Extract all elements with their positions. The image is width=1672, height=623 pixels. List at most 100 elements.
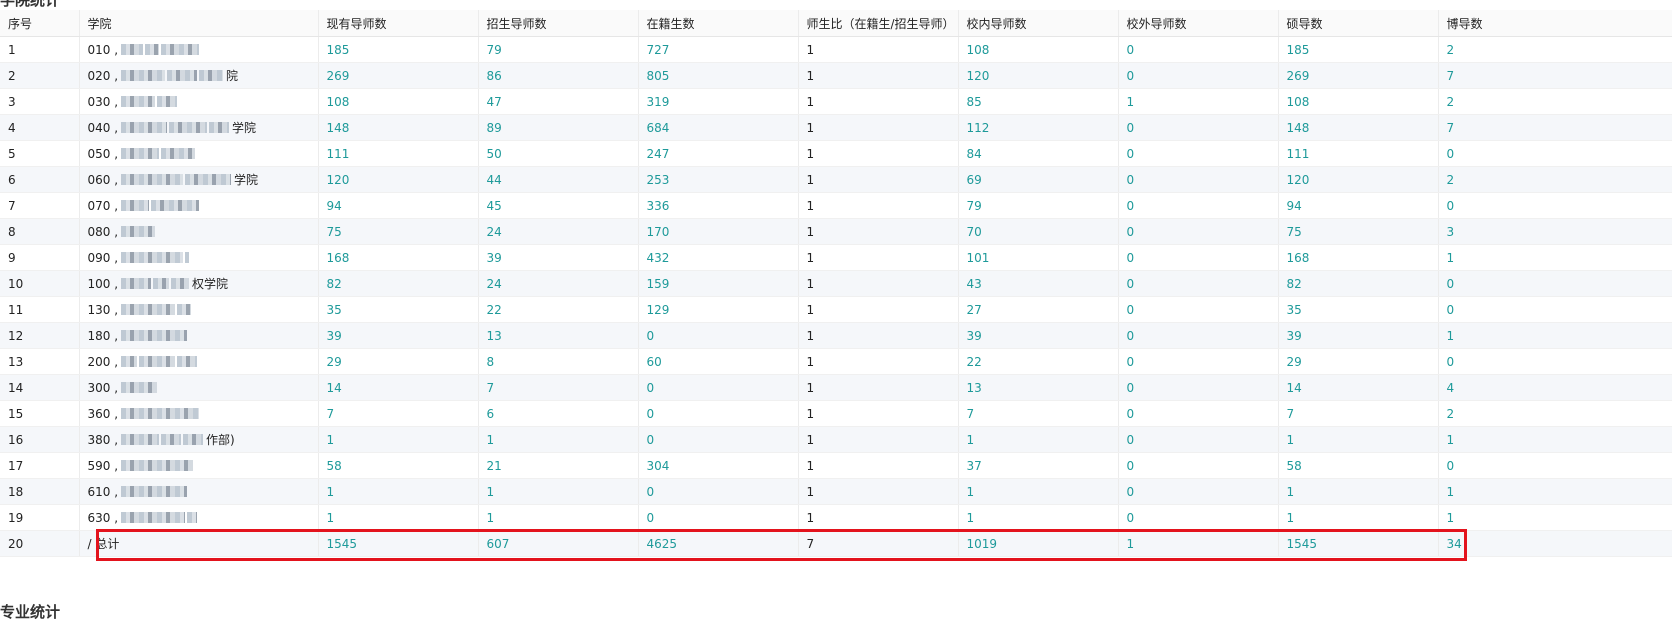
cell-enroll[interactable]: 1: [478, 504, 639, 531]
cell-doctoral[interactable]: 34: [1438, 530, 1672, 557]
cell-master[interactable]: 14: [1278, 374, 1439, 401]
col-header-college[interactable]: 学院: [79, 10, 319, 37]
cell-master[interactable]: 29: [1278, 348, 1439, 375]
cell-current[interactable]: 58: [318, 452, 479, 479]
cell-internal[interactable]: 27: [958, 296, 1119, 323]
cell-current[interactable]: 120: [318, 166, 479, 193]
cell-current[interactable]: 108: [318, 88, 479, 115]
cell-doctoral[interactable]: 7: [1438, 114, 1672, 141]
cell-enroll[interactable]: 24: [478, 270, 639, 297]
cell-current[interactable]: 94: [318, 192, 479, 219]
cell-students[interactable]: 170: [638, 218, 799, 245]
cell-external[interactable]: 0: [1118, 426, 1279, 453]
cell-external[interactable]: 1: [1118, 530, 1279, 557]
cell-doctoral[interactable]: 0: [1438, 192, 1672, 219]
cell-external[interactable]: 0: [1118, 504, 1279, 531]
cell-enroll[interactable]: 21: [478, 452, 639, 479]
cell-students[interactable]: 129: [638, 296, 799, 323]
cell-internal[interactable]: 70: [958, 218, 1119, 245]
cell-students[interactable]: 805: [638, 62, 799, 89]
col-header-internal-supervisors[interactable]: 校内导师数: [958, 10, 1119, 37]
cell-external[interactable]: 0: [1118, 478, 1279, 505]
cell-enroll[interactable]: 39: [478, 244, 639, 271]
cell-current[interactable]: 7: [318, 400, 479, 427]
cell-doctoral[interactable]: 2: [1438, 36, 1672, 63]
cell-enroll[interactable]: 50: [478, 140, 639, 167]
cell-internal[interactable]: 112: [958, 114, 1119, 141]
cell-students[interactable]: 159: [638, 270, 799, 297]
cell-current[interactable]: 14: [318, 374, 479, 401]
cell-students[interactable]: 0: [638, 322, 799, 349]
cell-doctoral[interactable]: 1: [1438, 504, 1672, 531]
cell-enroll[interactable]: 6: [478, 400, 639, 427]
col-header-enrolling-supervisors[interactable]: 招生导师数: [478, 10, 639, 37]
cell-doctoral[interactable]: 0: [1438, 452, 1672, 479]
cell-external[interactable]: 1: [1118, 88, 1279, 115]
cell-students[interactable]: 0: [638, 504, 799, 531]
cell-external[interactable]: 0: [1118, 348, 1279, 375]
cell-internal[interactable]: 84: [958, 140, 1119, 167]
cell-master[interactable]: 58: [1278, 452, 1439, 479]
cell-students[interactable]: 0: [638, 374, 799, 401]
cell-master[interactable]: 94: [1278, 192, 1439, 219]
cell-enroll[interactable]: 1: [478, 426, 639, 453]
cell-students[interactable]: 60: [638, 348, 799, 375]
col-header-ratio[interactable]: 师生比（在籍生/招生导师）: [798, 10, 959, 37]
cell-external[interactable]: 0: [1118, 244, 1279, 271]
cell-master[interactable]: 111: [1278, 140, 1439, 167]
cell-students[interactable]: 336: [638, 192, 799, 219]
cell-enroll[interactable]: 607: [478, 530, 639, 557]
cell-internal[interactable]: 79: [958, 192, 1119, 219]
cell-internal[interactable]: 85: [958, 88, 1119, 115]
cell-students[interactable]: 247: [638, 140, 799, 167]
cell-doctoral[interactable]: 1: [1438, 478, 1672, 505]
cell-master[interactable]: 82: [1278, 270, 1439, 297]
cell-internal[interactable]: 1: [958, 426, 1119, 453]
cell-enroll[interactable]: 47: [478, 88, 639, 115]
cell-enroll[interactable]: 13: [478, 322, 639, 349]
cell-enroll[interactable]: 79: [478, 36, 639, 63]
cell-enroll[interactable]: 1: [478, 478, 639, 505]
cell-external[interactable]: 0: [1118, 218, 1279, 245]
cell-students[interactable]: 253: [638, 166, 799, 193]
cell-students[interactable]: 727: [638, 36, 799, 63]
cell-master[interactable]: 108: [1278, 88, 1439, 115]
col-header-index[interactable]: 序号: [0, 10, 80, 37]
cell-students[interactable]: 0: [638, 478, 799, 505]
cell-internal[interactable]: 37: [958, 452, 1119, 479]
cell-doctoral[interactable]: 4: [1438, 374, 1672, 401]
cell-current[interactable]: 75: [318, 218, 479, 245]
cell-external[interactable]: 0: [1118, 452, 1279, 479]
cell-enroll[interactable]: 24: [478, 218, 639, 245]
cell-external[interactable]: 0: [1118, 322, 1279, 349]
cell-master[interactable]: 185: [1278, 36, 1439, 63]
cell-external[interactable]: 0: [1118, 374, 1279, 401]
cell-internal[interactable]: 120: [958, 62, 1119, 89]
cell-master[interactable]: 1: [1278, 478, 1439, 505]
cell-external[interactable]: 0: [1118, 114, 1279, 141]
cell-external[interactable]: 0: [1118, 36, 1279, 63]
cell-doctoral[interactable]: 0: [1438, 270, 1672, 297]
cell-internal[interactable]: 7: [958, 400, 1119, 427]
cell-external[interactable]: 0: [1118, 400, 1279, 427]
cell-students[interactable]: 0: [638, 400, 799, 427]
cell-master[interactable]: 269: [1278, 62, 1439, 89]
cell-doctoral[interactable]: 2: [1438, 166, 1672, 193]
cell-doctoral[interactable]: 2: [1438, 88, 1672, 115]
cell-students[interactable]: 0: [638, 426, 799, 453]
cell-enroll[interactable]: 45: [478, 192, 639, 219]
cell-external[interactable]: 0: [1118, 270, 1279, 297]
cell-master[interactable]: 7: [1278, 400, 1439, 427]
cell-current[interactable]: 1: [318, 478, 479, 505]
cell-doctoral[interactable]: 3: [1438, 218, 1672, 245]
col-header-current-supervisors[interactable]: 现有导师数: [318, 10, 479, 37]
cell-master[interactable]: 148: [1278, 114, 1439, 141]
cell-doctoral[interactable]: 0: [1438, 140, 1672, 167]
cell-master[interactable]: 1: [1278, 426, 1439, 453]
cell-external[interactable]: 0: [1118, 62, 1279, 89]
cell-doctoral[interactable]: 1: [1438, 244, 1672, 271]
cell-master[interactable]: 120: [1278, 166, 1439, 193]
cell-doctoral[interactable]: 1: [1438, 322, 1672, 349]
cell-external[interactable]: 0: [1118, 140, 1279, 167]
cell-master[interactable]: 1545: [1278, 530, 1439, 557]
